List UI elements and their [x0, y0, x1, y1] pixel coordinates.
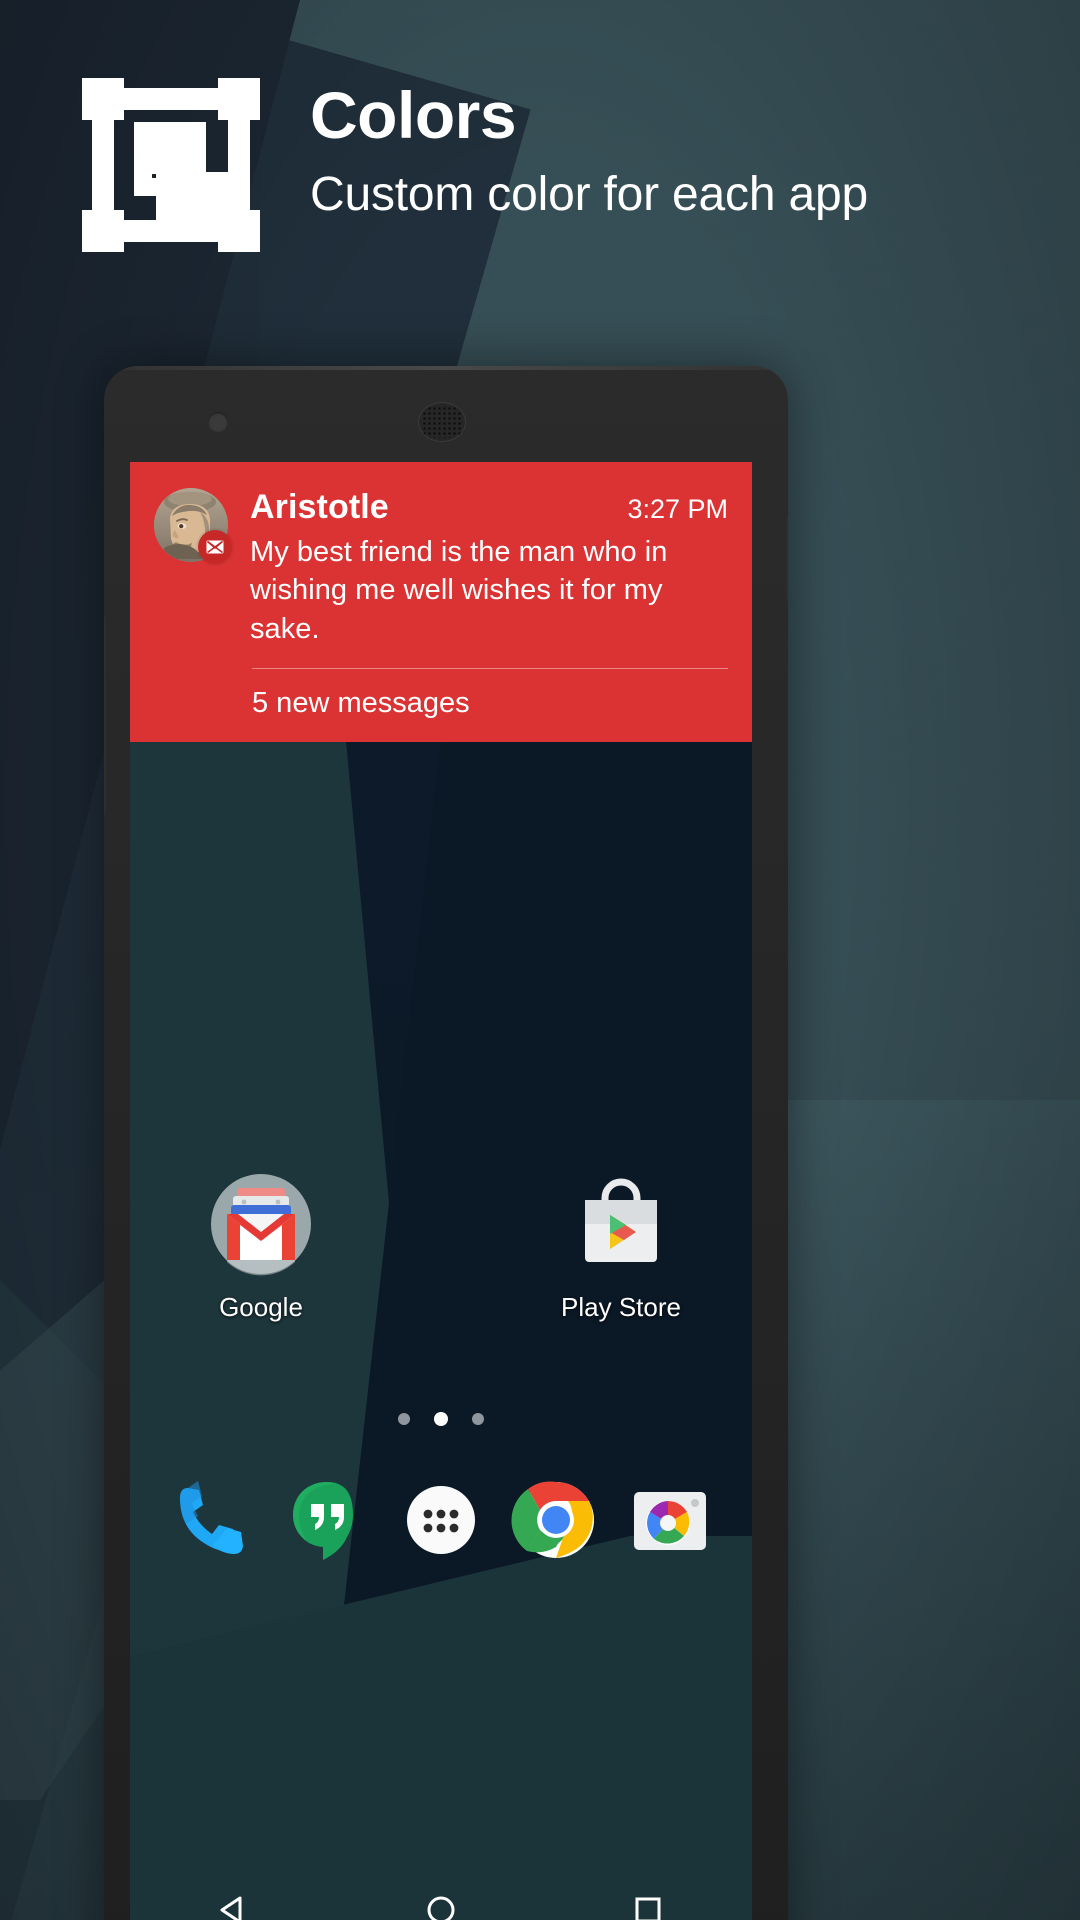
gmail-icon [209, 1172, 313, 1276]
promo-header: Colors Custom color for each app [0, 0, 1080, 340]
back-nav-icon[interactable] [199, 1875, 269, 1920]
notification-message: My best friend is the man who in wishing… [250, 536, 668, 645]
dock [130, 1474, 752, 1566]
notification-card[interactable]: Aristotle 3:27 PM My best friend is the … [130, 462, 752, 742]
homescreen-app-row: Google Play Store [130, 1172, 752, 1323]
phone-top-bezel [104, 366, 788, 462]
notification-body: Aristotle 3:27 PM My best friend is the … [250, 488, 728, 648]
notification-header-row: Aristotle 3:27 PM My best friend is the … [154, 488, 728, 648]
notification-divider [252, 667, 728, 669]
notification-summary: 5 new messages [252, 686, 470, 719]
page-indicator-dots [130, 1412, 752, 1426]
page-dot[interactable] [472, 1413, 484, 1425]
page-subtitle: Custom color for each app [310, 168, 868, 221]
phone-dialer-icon[interactable] [166, 1474, 258, 1566]
app-label: Google [219, 1292, 303, 1322]
notification-sender: Aristotle [250, 488, 389, 526]
notification-title-row: Aristotle 3:27 PM [250, 488, 728, 527]
page-dot-active[interactable] [434, 1412, 448, 1426]
power-button[interactable] [786, 516, 788, 602]
app-logo-icon [82, 78, 260, 252]
hangouts-sms-badge-icon [198, 530, 232, 564]
page-dot[interactable] [398, 1413, 410, 1425]
home-nav-icon[interactable] [406, 1875, 476, 1920]
notification-timestamp: 3:27 PM [627, 494, 728, 524]
earpiece-speaker-icon [418, 402, 466, 442]
header-text-block: Colors Custom color for each app [310, 82, 1010, 227]
app-drawer-icon[interactable] [395, 1474, 487, 1566]
page-title: Colors [310, 78, 517, 152]
navigation-bar [130, 1854, 752, 1920]
chrome-icon[interactable] [510, 1474, 602, 1566]
phone-mockup: Aristotle 3:27 PM My best friend is the … [104, 366, 788, 1920]
hangouts-icon[interactable] [281, 1474, 373, 1566]
app-label: Play Store [561, 1292, 681, 1322]
camera-icon[interactable] [624, 1474, 716, 1566]
recents-nav-icon[interactable] [613, 1875, 683, 1920]
volume-button[interactable] [104, 616, 106, 816]
app-shortcut-play-store[interactable]: Play Store [536, 1172, 706, 1323]
phone-screen: Aristotle 3:27 PM My best friend is the … [130, 462, 752, 1920]
avatar [154, 488, 232, 564]
app-shortcut-google[interactable]: Google [176, 1172, 346, 1323]
front-camera-icon [208, 412, 228, 432]
play-store-icon [569, 1172, 673, 1276]
